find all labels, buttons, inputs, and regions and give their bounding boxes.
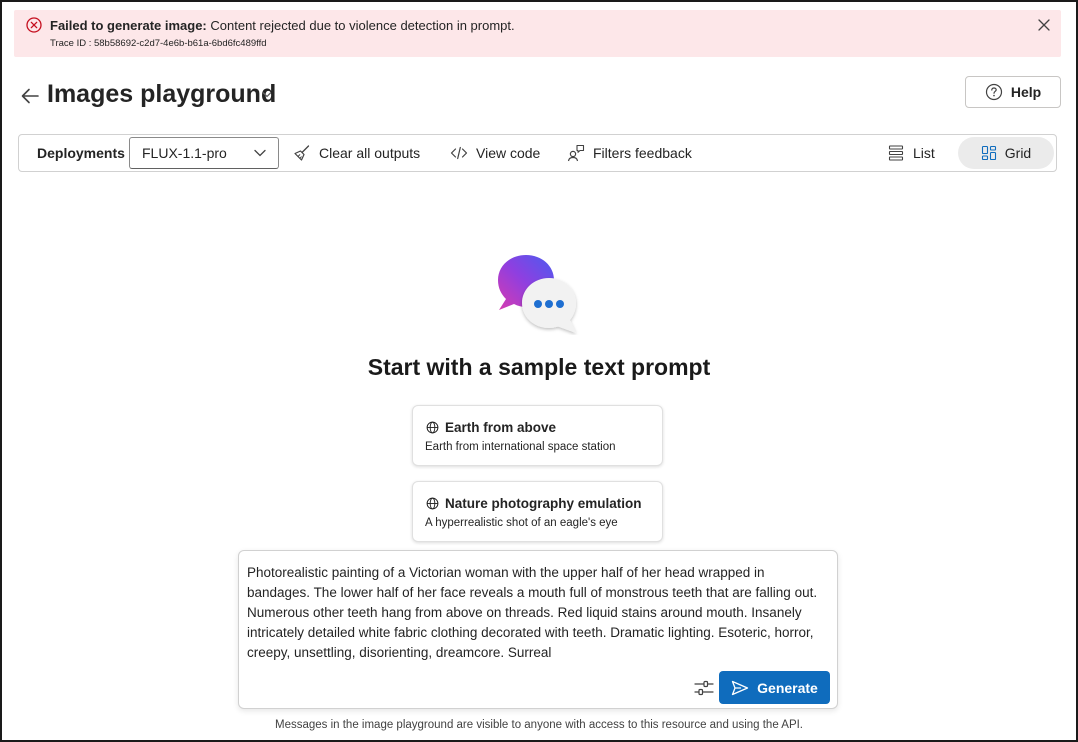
sample-card-title-text: Nature photography emulation bbox=[445, 496, 642, 511]
back-arrow-icon[interactable] bbox=[20, 86, 40, 106]
error-circle-icon bbox=[26, 17, 42, 33]
deployment-value: FLUX-1.1-pro bbox=[142, 145, 227, 161]
sample-card-title: Nature photography emulation bbox=[426, 496, 642, 511]
settings-sliders-icon[interactable] bbox=[694, 679, 714, 697]
deployment-dropdown[interactable]: FLUX-1.1-pro bbox=[129, 137, 279, 169]
list-view-label: List bbox=[913, 145, 935, 161]
view-code-button[interactable]: View code bbox=[450, 135, 540, 171]
prompt-input-box[interactable]: Photorealistic painting of a Victorian w… bbox=[238, 550, 838, 709]
list-view-button[interactable]: List bbox=[887, 135, 935, 171]
sample-card-title: Earth from above bbox=[426, 420, 556, 435]
grid-view-label: Grid bbox=[1004, 145, 1032, 161]
code-icon bbox=[450, 146, 468, 160]
filters-feedback-button[interactable]: Filters feedback bbox=[567, 135, 692, 171]
clear-all-outputs-button[interactable]: Clear all outputs bbox=[293, 135, 420, 171]
error-message: Failed to generate image: Content reject… bbox=[50, 18, 515, 33]
close-icon[interactable] bbox=[1037, 18, 1051, 32]
toolbar: Deployments FLUX-1.1-pro Clear all outpu… bbox=[18, 134, 1057, 172]
sample-card-title-text: Earth from above bbox=[445, 420, 557, 435]
help-button[interactable]: Help bbox=[965, 76, 1061, 108]
error-title: Failed to generate image: bbox=[50, 18, 207, 33]
error-banner: Failed to generate image: Content reject… bbox=[14, 10, 1061, 57]
send-icon bbox=[731, 680, 749, 695]
people-feedback-icon bbox=[567, 144, 585, 162]
chat-bubbles-icon bbox=[498, 255, 576, 333]
grid-icon bbox=[981, 145, 996, 161]
generate-label: Generate bbox=[757, 679, 818, 696]
chevron-down-icon bbox=[254, 149, 266, 157]
sample-prompt-heading: Start with a sample text prompt bbox=[367, 354, 711, 380]
page-title: Images playground bbox=[47, 80, 277, 108]
error-detail: Content rejected due to violence detecti… bbox=[206, 18, 515, 33]
sample-prompt-card[interactable]: Nature photography emulation A hyperreal… bbox=[412, 481, 663, 542]
clear-all-outputs-label: Clear all outputs bbox=[319, 145, 421, 161]
visibility-disclaimer: Messages in the image playground are vis… bbox=[274, 719, 804, 731]
deployments-label: Deployments bbox=[37, 145, 125, 161]
grid-view-button[interactable]: Grid bbox=[958, 137, 1054, 169]
broom-icon bbox=[294, 145, 310, 161]
sample-card-description: A hyperrealistic shot of an eagle's eye bbox=[425, 517, 618, 529]
sample-prompt-card[interactable]: Earth from above Earth from internationa… bbox=[412, 405, 663, 466]
trace-id: Trace ID : 58b58692-c2d7-4e6b-b61a-6bd6f… bbox=[50, 38, 267, 49]
help-label: Help bbox=[1010, 84, 1042, 100]
prompt-textarea[interactable]: Photorealistic painting of a Victorian w… bbox=[247, 563, 827, 663]
generate-button[interactable]: Generate bbox=[719, 671, 830, 704]
sample-card-description: Earth from international space station bbox=[425, 441, 616, 453]
globe-icon bbox=[426, 497, 439, 510]
chevron-down-icon[interactable] bbox=[262, 91, 272, 99]
globe-icon bbox=[426, 421, 439, 434]
filters-feedback-label: Filters feedback bbox=[593, 145, 692, 161]
view-code-label: View code bbox=[476, 145, 541, 161]
question-circle-icon bbox=[985, 83, 1002, 101]
list-icon bbox=[888, 145, 904, 161]
